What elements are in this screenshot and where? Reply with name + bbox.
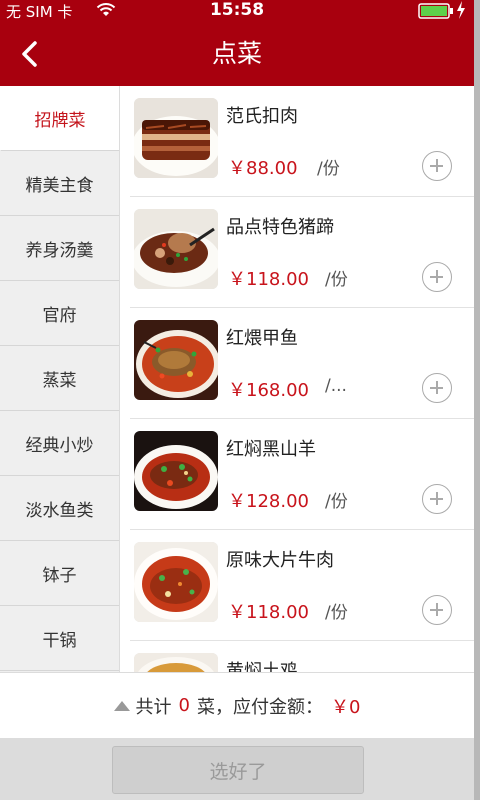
add-dish-button[interactable] bbox=[422, 151, 452, 181]
dish-name: 原味大片牛肉 bbox=[226, 550, 334, 571]
category-label: 精美主食 bbox=[25, 175, 94, 196]
charging-icon bbox=[456, 1, 466, 23]
category-item[interactable]: 经典小炒 bbox=[0, 411, 119, 476]
dish-unit: /份 bbox=[325, 492, 348, 512]
dish-photo bbox=[134, 320, 218, 400]
category-label: 干锅 bbox=[42, 630, 77, 651]
dish-unit: /... bbox=[325, 376, 347, 396]
confirm-order-button[interactable]: 选好了 bbox=[112, 746, 364, 794]
category-item[interactable]: 精美主食 bbox=[0, 151, 119, 216]
dish-name: 红煨甲鱼 bbox=[226, 328, 298, 349]
category-item[interactable]: 养身汤羹 bbox=[0, 216, 119, 281]
summary-middle: 菜，应付金额： bbox=[197, 696, 323, 718]
add-dish-button[interactable] bbox=[422, 595, 452, 625]
add-dish-button[interactable] bbox=[422, 262, 452, 292]
category-item[interactable]: 蒸菜 bbox=[0, 346, 119, 411]
dish-list[interactable]: 范氏扣肉 ￥88.00 /份 品点特色猪蹄 ￥118.00 /份 红煨甲鱼 ￥1… bbox=[120, 86, 474, 672]
category-item[interactable]: 钵子 bbox=[0, 541, 119, 606]
dish-photo bbox=[134, 431, 218, 511]
summary-prefix: 共计 bbox=[135, 696, 172, 718]
category-label: 招牌菜 bbox=[34, 110, 86, 131]
dish-row[interactable]: 原味大片牛肉 ￥118.00 /份 bbox=[130, 530, 474, 641]
page-title: 点菜 bbox=[211, 39, 262, 68]
dish-price: ￥128.00 bbox=[228, 491, 309, 512]
dish-name: 红焖黑山羊 bbox=[226, 439, 316, 460]
category-label: 官府 bbox=[42, 305, 77, 326]
dish-photo bbox=[134, 209, 218, 289]
dish-count: 0 bbox=[178, 695, 190, 716]
dish-name: 黄焖土鸡 bbox=[226, 661, 298, 672]
dish-row[interactable]: 红煨甲鱼 ￥168.00 /... bbox=[130, 308, 474, 419]
category-item[interactable]: 干锅 bbox=[0, 606, 119, 671]
category-label: 淡水鱼类 bbox=[25, 500, 94, 521]
dish-row[interactable]: 黄焖土鸡 bbox=[130, 641, 474, 672]
dish-unit: /份 bbox=[325, 603, 348, 623]
scrollbar-strip bbox=[474, 0, 480, 800]
dish-row[interactable]: 品点特色猪蹄 ￥118.00 /份 bbox=[130, 197, 474, 308]
battery-icon bbox=[418, 3, 454, 23]
dish-price: ￥88.00 bbox=[228, 158, 298, 179]
dish-name: 范氏扣肉 bbox=[226, 106, 298, 127]
dish-price: ￥118.00 bbox=[228, 602, 309, 623]
category-sidebar[interactable]: 招牌菜 精美主食 养身汤羹 官府 蒸菜 经典小炒 淡水鱼类 钵子 干锅 bbox=[0, 86, 120, 672]
dish-row[interactable]: 范氏扣肉 ￥88.00 /份 bbox=[130, 86, 474, 197]
dish-photo bbox=[134, 542, 218, 622]
dish-photo bbox=[134, 653, 218, 672]
add-dish-button[interactable] bbox=[422, 373, 452, 403]
category-item[interactable]: 淡水鱼类 bbox=[0, 476, 119, 541]
dish-photo bbox=[134, 98, 218, 178]
status-bar: 无 SIM 卡 15:58 bbox=[0, 0, 474, 22]
footer-bar: 选好了 bbox=[0, 738, 474, 800]
category-item[interactable]: 官府 bbox=[0, 281, 119, 346]
dish-unit: /份 bbox=[325, 270, 348, 290]
category-item[interactable]: 招牌菜 bbox=[0, 86, 119, 151]
status-time: 15:58 bbox=[209, 0, 265, 20]
total-amount: ￥0 bbox=[331, 696, 361, 718]
category-label: 蒸菜 bbox=[42, 370, 77, 391]
app-header: 无 SIM 卡 15:58 点菜 bbox=[0, 0, 474, 86]
category-label: 经典小炒 bbox=[25, 435, 94, 456]
dish-price: ￥168.00 bbox=[228, 380, 309, 401]
order-summary-bar[interactable]: 共计 0 菜，应付金额： ￥0 bbox=[0, 672, 474, 738]
category-label: 钵子 bbox=[42, 565, 77, 586]
dish-name: 品点特色猪蹄 bbox=[226, 217, 334, 238]
dish-row[interactable]: 红焖黑山羊 ￥128.00 /份 bbox=[130, 419, 474, 530]
dish-unit: /份 bbox=[317, 159, 340, 179]
triangle-up-icon bbox=[113, 695, 130, 716]
dish-price: ￥118.00 bbox=[228, 269, 309, 290]
add-dish-button[interactable] bbox=[422, 484, 452, 514]
category-label: 养身汤羹 bbox=[25, 240, 94, 261]
